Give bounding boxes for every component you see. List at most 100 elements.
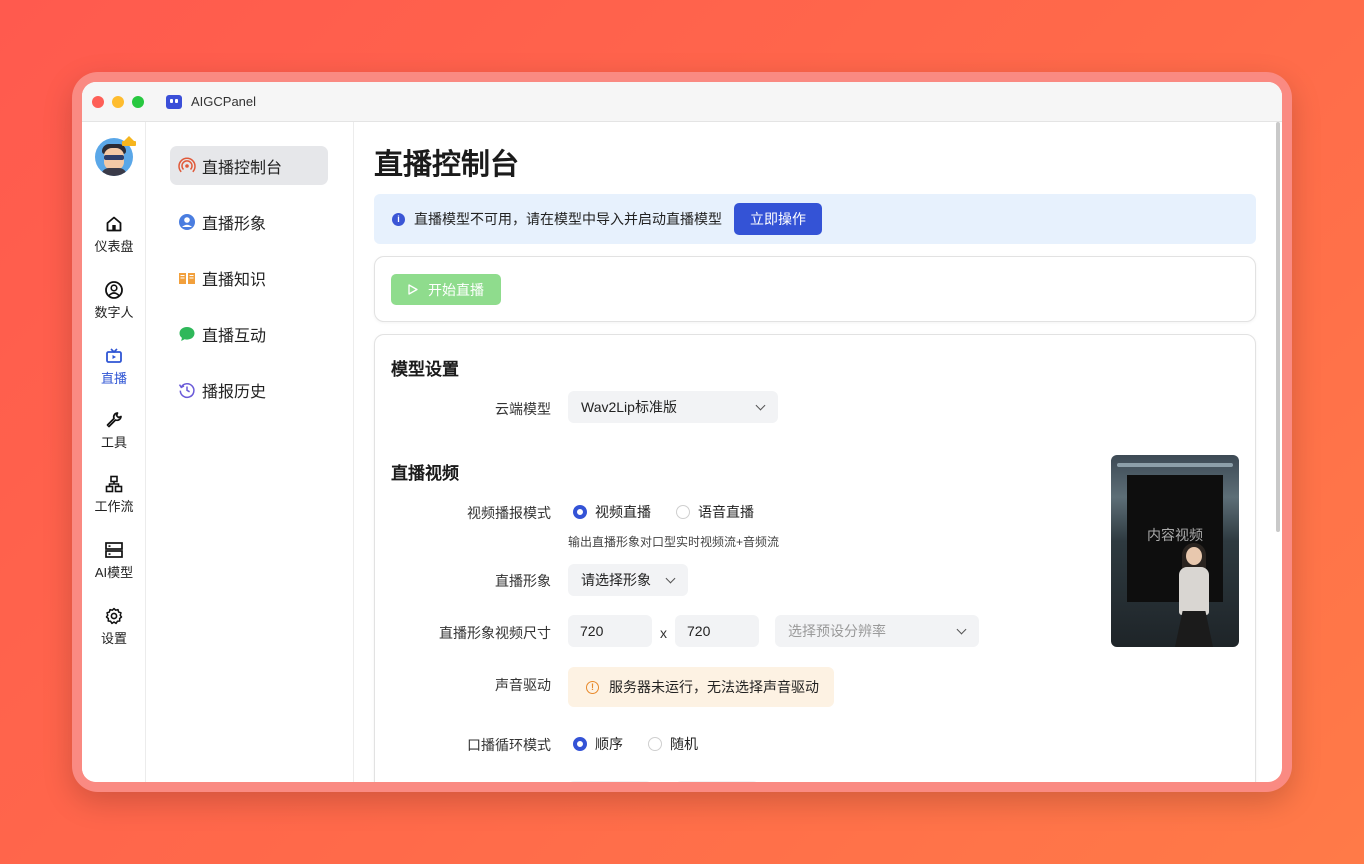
radio-dot [573, 505, 587, 519]
rail-item-tools[interactable]: 工具 [82, 410, 146, 451]
video-height-input[interactable]: 720 [675, 615, 759, 647]
subnav-item-label: 直播知识 [202, 271, 267, 289]
live-preview-thumbnail: 内容视频 [1111, 455, 1239, 647]
workflow-icon [105, 475, 123, 493]
content-video-label: 内容视频 [1147, 527, 1203, 543]
tv-icon [106, 348, 122, 363]
radio-label: 顺序 [595, 736, 623, 752]
user-circle-icon [105, 281, 123, 299]
subnav-item-label: 直播互动 [202, 327, 267, 345]
rail-item-label: AI模型 [94, 565, 134, 580]
rail-item-digital-human[interactable]: 数字人 [82, 280, 146, 321]
video-mode-label: 视频播报模式 [467, 505, 551, 521]
close-window-button[interactable] [92, 95, 104, 108]
crown-icon [122, 136, 136, 146]
radio-video-live[interactable]: 视频直播 [573, 502, 651, 522]
play-icon [408, 284, 418, 295]
app-title: AIGCPanel [191, 94, 257, 109]
chat-icon [179, 326, 195, 341]
radio-loop-sequence[interactable]: 顺序 [573, 734, 623, 754]
broadcast-icon [178, 157, 196, 172]
rail-item-label: 数字人 [94, 305, 134, 320]
info-icon: i [392, 212, 405, 226]
rail-item-dashboard[interactable]: 仪表盘 [82, 214, 146, 255]
live-video-title: 直播视频 [391, 464, 459, 483]
rail-item-label: 工具 [100, 435, 127, 450]
video-size-label: 直播形象视频尺寸 [439, 625, 551, 641]
operate-now-button[interactable]: 立即操作 [734, 203, 822, 235]
app-window: AIGCPanel 仪表盘 数字人 直播 工具 工作流 AI模型 设置 直播控制… [82, 82, 1282, 782]
warning-icon: ! [586, 680, 599, 694]
radio-loop-random[interactable]: 随机 [648, 734, 698, 754]
chevron-down-icon [956, 624, 967, 635]
wrench-icon [106, 412, 122, 428]
video-mode-hint: 输出直播形象对口型实时视频流+音频流 [568, 535, 780, 549]
minimize-window-button[interactable] [112, 95, 124, 108]
history-icon [178, 382, 195, 398]
main-content: 直播控制台 i 直播模型不可用，请在模型中导入并启动直播模型 立即操作 开始直播… [354, 122, 1282, 782]
voice-driver-label: 声音驱动 [495, 677, 551, 693]
subnav-item-knowledge[interactable]: 直播知识 [170, 258, 328, 297]
avatar-select-value: 请选择形象 [581, 572, 651, 588]
gear-icon [105, 607, 123, 625]
rail-item-live[interactable]: 直播 [82, 346, 146, 387]
zoom-window-button[interactable] [132, 95, 144, 108]
video-height-value: 720 [687, 623, 711, 639]
title-bar: AIGCPanel [82, 82, 1282, 122]
radio-dot [648, 737, 662, 751]
alert-message: 直播模型不可用，请在模型中导入并启动直播模型 [414, 211, 722, 227]
settings-card: 模型设置 云端模型 Wav2Lip标准版 直播视频 视频播报模式 视频直播 语音… [374, 334, 1256, 782]
start-live-button[interactable]: 开始直播 [391, 274, 501, 305]
radio-voice-live[interactable]: 语音直播 [676, 502, 754, 522]
resolution-preset-value: 选择预设分辨率 [788, 623, 886, 639]
subnav-item-avatar[interactable]: 直播形象 [170, 202, 328, 241]
rail-item-label: 直播 [100, 371, 127, 386]
book-icon [179, 272, 195, 284]
home-icon [106, 216, 122, 232]
cloud-model-label: 云端模型 [495, 401, 551, 417]
size-separator: x [660, 625, 667, 641]
start-live-label: 开始直播 [428, 281, 484, 298]
page-title: 直播控制台 [374, 149, 520, 181]
cloud-model-value: Wav2Lip标准版 [581, 399, 677, 415]
radio-dot [676, 505, 690, 519]
radio-label: 语音直播 [698, 504, 754, 520]
cloud-model-select[interactable]: Wav2Lip标准版 [568, 391, 778, 423]
rail-item-label: 设置 [100, 631, 127, 646]
avatar-label: 直播形象 [495, 573, 551, 589]
radio-label: 视频直播 [595, 504, 651, 520]
start-card: 开始直播 [374, 256, 1256, 322]
next-row-input-partial [568, 781, 652, 782]
rail-item-label: 仪表盘 [94, 239, 134, 254]
voice-driver-warning: ! 服务器未运行，无法选择声音驱动 [568, 667, 834, 707]
rail-item-label: 工作流 [94, 499, 134, 514]
loop-mode-label: 口播循环模式 [467, 737, 551, 753]
chevron-down-icon [755, 400, 766, 411]
rail-item-workflow[interactable]: 工作流 [82, 474, 146, 515]
chevron-down-icon [665, 573, 676, 584]
model-settings-title: 模型设置 [391, 360, 459, 379]
video-width-input[interactable]: 720 [568, 615, 652, 647]
subnav-item-label: 直播形象 [202, 215, 267, 233]
main-scrollbar[interactable] [1276, 122, 1280, 532]
next-row-input-partial [675, 781, 759, 782]
avatar-icon [179, 213, 195, 230]
rail-item-settings[interactable]: 设置 [82, 606, 146, 647]
model-unavailable-alert: i 直播模型不可用，请在模型中导入并启动直播模型 立即操作 [374, 194, 1256, 244]
subnav-item-interaction[interactable]: 直播互动 [170, 314, 328, 353]
radio-dot [573, 737, 587, 751]
rail-item-ai-model[interactable]: AI模型 [82, 540, 146, 581]
avatar-select[interactable]: 请选择形象 [568, 564, 688, 596]
subnav-item-label: 直播控制台 [202, 159, 283, 177]
subnav-item-label: 播报历史 [202, 383, 267, 401]
subnav-item-history[interactable]: 播报历史 [170, 370, 328, 409]
live-subnav: 直播控制台 直播形象 直播知识 直播互动 播报历史 [146, 122, 354, 782]
radio-label: 随机 [670, 736, 698, 752]
warning-message: 服务器未运行，无法选择声音驱动 [609, 679, 819, 695]
main-rail: 仪表盘 数字人 直播 工具 工作流 AI模型 设置 [82, 122, 146, 782]
resolution-preset-select[interactable]: 选择预设分辨率 [775, 615, 979, 647]
server-icon [105, 542, 123, 558]
app-logo-icon [166, 94, 182, 109]
video-width-value: 720 [580, 623, 604, 639]
subnav-item-console[interactable]: 直播控制台 [170, 146, 328, 185]
